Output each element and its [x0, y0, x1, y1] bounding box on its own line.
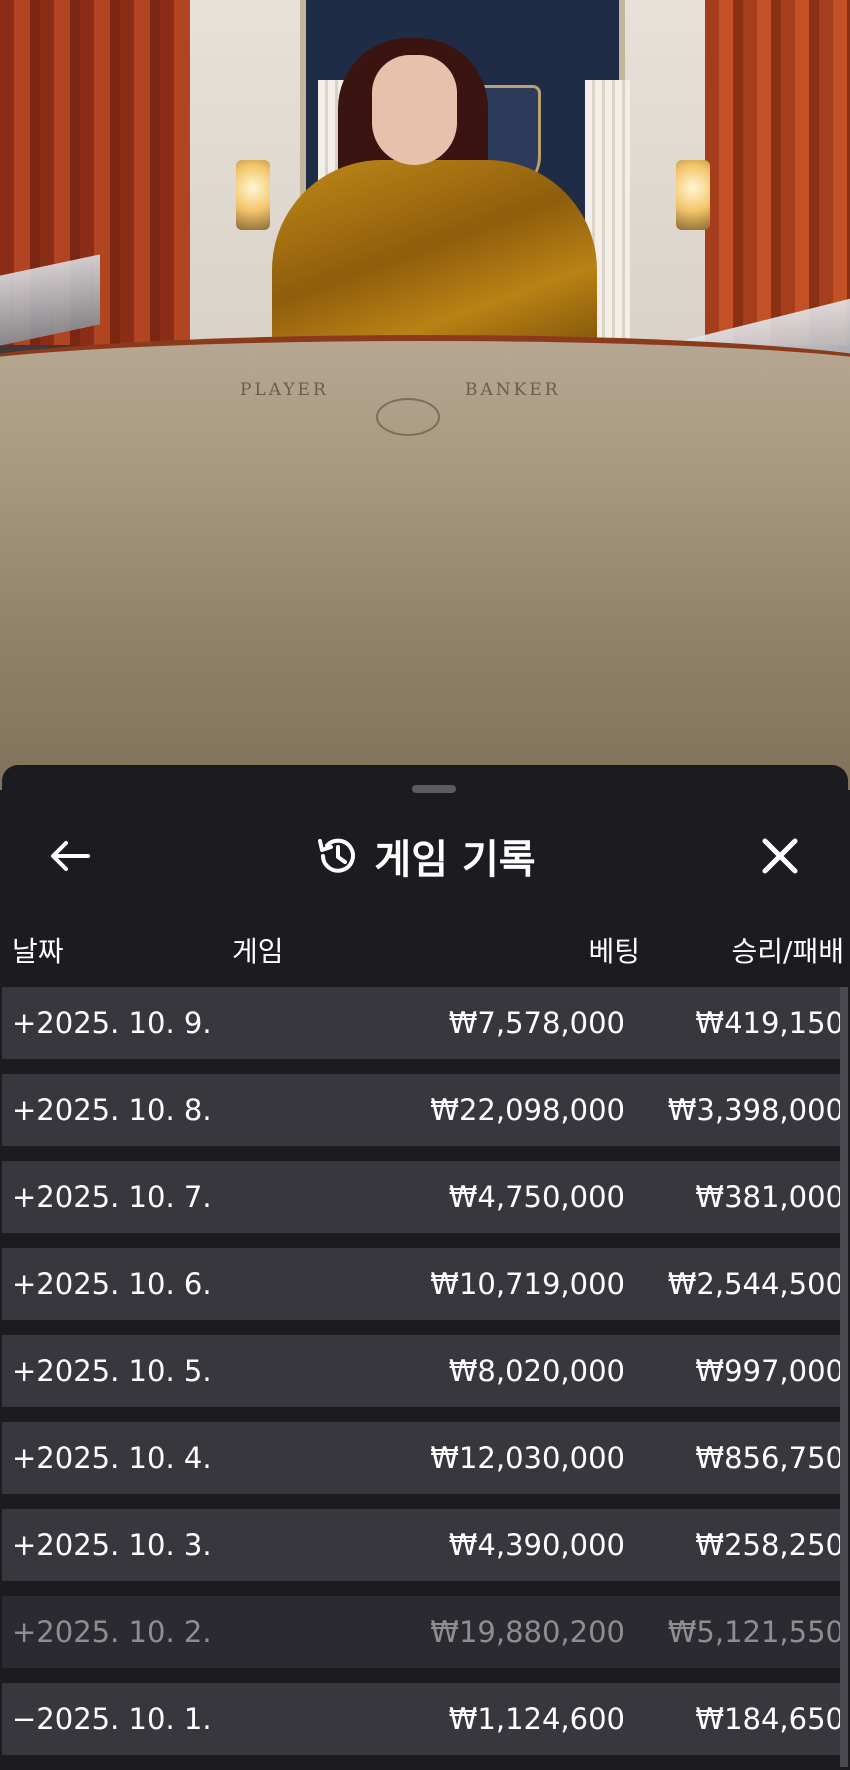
row-win-loss: ₩381,000 [695, 1180, 844, 1214]
row-bet: ₩22,098,000 [430, 1093, 625, 1127]
row-win-loss: ₩5,121,550 [667, 1615, 844, 1649]
row-bet: ₩1,124,600 [448, 1702, 625, 1736]
row-win-loss: ₩419,150 [695, 1006, 844, 1040]
dealer [272, 160, 597, 360]
history-row[interactable]: +2025. 10. 4. ₩12,030,000 ₩856,750 [2, 1422, 848, 1494]
table-header: 날짜 게임 베팅 승리/패배 [2, 930, 848, 968]
history-row[interactable]: +2025. 10. 2. ₩19,880,200 ₩5,121,550 [2, 1596, 848, 1668]
row-date: +2025. 10. 3. [12, 1528, 212, 1562]
curtain-right [705, 0, 850, 345]
row-bet: ₩4,390,000 [448, 1528, 625, 1562]
sheet-header: 게임 기록 [2, 823, 848, 889]
history-row[interactable]: +2025. 10. 8. ₩22,098,000 ₩3,398,000 [2, 1074, 848, 1146]
history-list: +2025. 10. 9. ₩7,578,000 ₩419,150 +2025.… [2, 987, 848, 1770]
row-date: +2025. 10. 6. [12, 1267, 212, 1301]
list-scrollbar[interactable] [840, 987, 848, 1767]
row-win-loss: ₩184,650 [695, 1702, 844, 1736]
wall-lamp-right [676, 160, 710, 230]
row-date: +2025. 10. 4. [12, 1441, 212, 1475]
row-bet: ₩10,719,000 [430, 1267, 625, 1301]
history-row[interactable]: +2025. 10. 9. ₩7,578,000 ₩419,150 [2, 987, 848, 1059]
close-button[interactable] [744, 820, 816, 892]
sheet-drag-handle[interactable] [412, 785, 456, 793]
column-date: 날짜 [12, 935, 64, 968]
column-win-loss: 승리/패배 [731, 935, 844, 968]
row-win-loss: ₩856,750 [695, 1441, 844, 1475]
column-game: 게임 [232, 935, 284, 968]
row-bet: ₩12,030,000 [430, 1441, 625, 1475]
banker-area-label: BANKER [465, 380, 561, 400]
row-date: +2025. 10. 8. [12, 1093, 212, 1127]
row-win-loss: ₩3,398,000 [667, 1093, 844, 1127]
close-icon [762, 838, 798, 874]
history-row[interactable]: +2025. 10. 5. ₩8,020,000 ₩997,000 [2, 1335, 848, 1407]
game-history-sheet: 게임 기록 날짜 게임 베팅 승리/패배 +2025. 10. 9. ₩7,57… [2, 765, 848, 1770]
row-win-loss: ₩258,250 [695, 1528, 844, 1562]
history-row[interactable]: −2025. 10. 1. ₩1,124,600 ₩184,650 [2, 1683, 848, 1755]
column-bet: 베팅 [588, 935, 640, 968]
row-bet: ₩8,020,000 [448, 1354, 625, 1388]
row-bet: ₩19,880,200 [430, 1615, 625, 1649]
player-area-label: PLAYER [240, 380, 329, 400]
history-row[interactable]: +2025. 10. 6. ₩10,719,000 ₩2,544,500 [2, 1248, 848, 1320]
row-date: +2025. 10. 5. [12, 1354, 212, 1388]
row-date: +2025. 10. 9. [12, 1006, 212, 1040]
history-row[interactable]: +2025. 10. 7. ₩4,750,000 ₩381,000 [2, 1161, 848, 1233]
history-icon [318, 838, 356, 873]
table-logo [376, 398, 440, 436]
row-win-loss: ₩2,544,500 [667, 1267, 844, 1301]
live-video-feed: PLAYER BANKER [0, 0, 850, 790]
dealer-face [372, 55, 457, 165]
row-date: −2025. 10. 1. [12, 1702, 212, 1736]
row-bet: ₩4,750,000 [448, 1180, 625, 1214]
history-row[interactable]: +2025. 10. 3. ₩4,390,000 ₩258,250 [2, 1509, 848, 1581]
sheet-title: 게임 기록 [374, 837, 536, 883]
row-date: +2025. 10. 7. [12, 1180, 212, 1214]
row-date: +2025. 10. 2. [12, 1615, 212, 1649]
row-win-loss: ₩997,000 [695, 1354, 844, 1388]
row-bet: ₩7,578,000 [448, 1006, 625, 1040]
wall-lamp-left [236, 160, 270, 230]
